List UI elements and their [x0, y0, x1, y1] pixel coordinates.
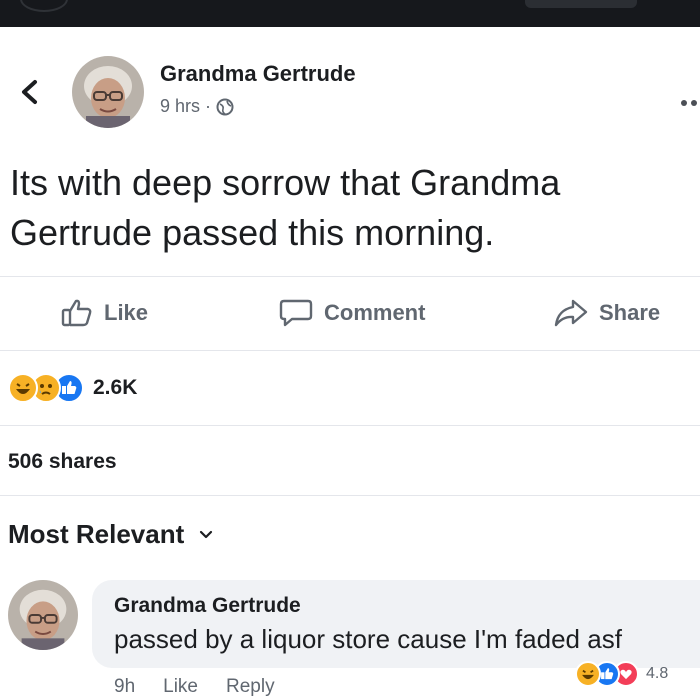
comment-reaction-count: 4.8 [646, 665, 669, 682]
meta-separator: · [205, 96, 212, 116]
divider [0, 276, 700, 277]
more-icon [681, 100, 697, 106]
post-time[interactable]: 9 hrs [160, 96, 200, 117]
comment-button[interactable]: Comment [278, 298, 425, 328]
comment-label: Comment [324, 300, 426, 325]
divider [0, 425, 700, 426]
share-label: Share [599, 300, 661, 325]
globe-icon [216, 98, 234, 115]
chevron-down-icon [200, 530, 213, 538]
share-button[interactable]: Share [553, 298, 660, 328]
share-icon [554, 299, 588, 327]
post-text: Its with deep sorrow that Grandma Gertru… [10, 162, 561, 253]
profile-photo [72, 56, 144, 128]
comment-actions: 9h Like Reply [114, 676, 275, 698]
divider [0, 350, 700, 351]
more-options-button[interactable] [680, 90, 698, 113]
like-label: Like [104, 300, 149, 325]
shares-count[interactable]: 506 shares [8, 450, 117, 474]
profile-photo [8, 580, 78, 650]
comment-reactions[interactable]: 4.8 [575, 661, 668, 687]
status-bar [0, 0, 700, 27]
comment-filter-label: Most Relevant [8, 519, 185, 549]
reaction-count: 2.6K [93, 376, 138, 399]
status-bar-shape [20, 0, 68, 12]
haha-icon [575, 661, 601, 687]
comment-author[interactable]: Grandma Gertrude [114, 594, 301, 618]
comment-text: passed by a liquor store cause I'm faded… [114, 624, 622, 654]
avatar[interactable] [72, 56, 144, 128]
back-button[interactable] [15, 72, 45, 112]
comment-reply-link[interactable]: Reply [226, 676, 275, 698]
comment-like-link[interactable]: Like [163, 676, 198, 698]
chevron-left-icon [22, 80, 37, 104]
thumbs-up-icon [61, 299, 92, 327]
reaction-summary[interactable]: 2.6K [8, 373, 137, 403]
comment-avatar[interactable] [8, 580, 78, 650]
post-meta: 9 hrs · [160, 96, 234, 117]
haha-icon [8, 373, 38, 403]
comment-time[interactable]: 9h [114, 676, 135, 698]
like-button[interactable]: Like [60, 298, 148, 328]
comment-icon [279, 299, 313, 327]
comment-filter-dropdown[interactable]: Most Relevant [8, 519, 214, 550]
status-bar-tab [525, 0, 637, 8]
post-author[interactable]: Grandma Gertrude [160, 61, 356, 87]
divider [0, 495, 700, 496]
